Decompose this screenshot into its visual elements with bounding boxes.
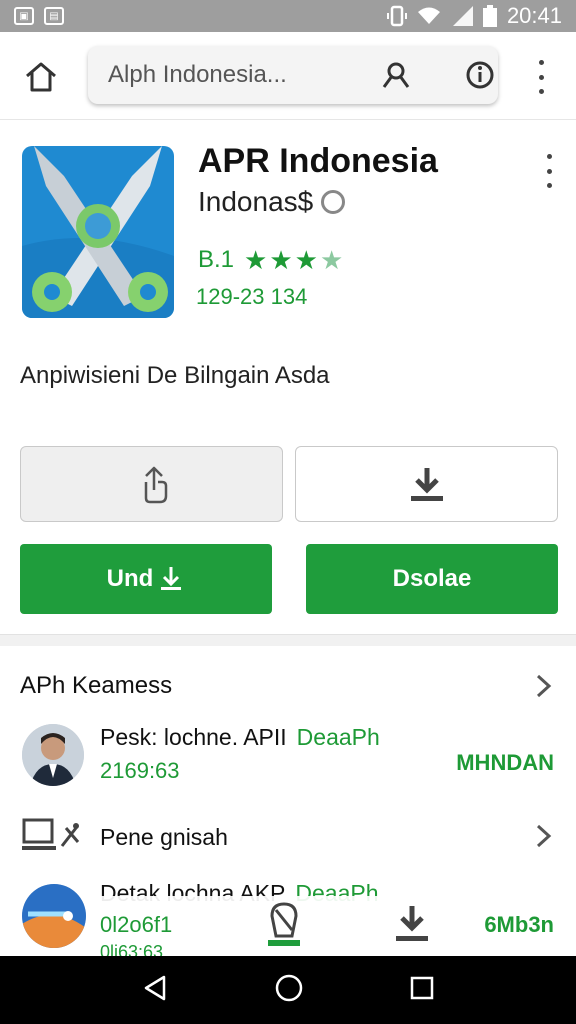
status-time: 20:41	[506, 3, 562, 28]
install-button[interactable]: Und	[20, 544, 272, 614]
list-item-status: 6Mb3n	[484, 912, 554, 937]
list-item-title: Pene gnisah	[100, 824, 228, 850]
list-item-title: Pesk: lochne. APII DeaaPh	[100, 724, 380, 751]
gallery-icon: ▤	[44, 7, 64, 25]
download-icon	[410, 468, 443, 501]
back-icon[interactable]	[142, 974, 168, 1007]
home-nav-icon[interactable]	[275, 974, 303, 1007]
star-icon: ★	[294, 245, 318, 275]
verified-icon	[321, 190, 346, 214]
star-half-icon: ★	[319, 245, 344, 275]
developer-label: Indonas$	[198, 186, 314, 217]
status-bar: ▣ ▤ 20:41	[0, 0, 576, 32]
list-item-subtitle: 0l2o6f1	[100, 912, 173, 937]
download-icon[interactable]	[390, 902, 440, 952]
install-icon	[161, 567, 182, 590]
install-label: Und	[106, 565, 154, 592]
image-icon: ▣	[14, 7, 34, 25]
library-icon[interactable]	[262, 900, 312, 950]
battery-icon	[482, 5, 497, 27]
share-icon	[144, 466, 167, 504]
list-item[interactable]: Pene gnisah	[0, 810, 576, 864]
list-item-title-text: Pesk: lochne. APII	[100, 724, 287, 750]
devices-icon	[22, 816, 84, 861]
list-item[interactable]: Pesk: lochne. APII DeaaPh 2169:63 MHNDAN	[0, 720, 576, 800]
search-text: Alph Indonesia...	[108, 61, 287, 88]
signal-icon	[451, 6, 473, 26]
rating-row: B.1 ★ ★ ★ ★	[198, 246, 343, 274]
primary-actions: Und Dsolae	[20, 544, 558, 616]
app-thumbnail	[22, 884, 86, 948]
rating-value: B.1	[198, 246, 235, 273]
rating-stars: ★ ★ ★ ★	[244, 247, 343, 273]
chevron-right-icon[interactable]	[534, 822, 554, 857]
developer-name[interactable]: Indonas$	[198, 186, 346, 218]
app-more-options-icon[interactable]	[544, 154, 554, 188]
avatar	[22, 724, 84, 786]
section-divider	[0, 634, 576, 646]
list-item-subtitle: 2169:63	[100, 758, 180, 783]
open-button[interactable]: Dsolae	[306, 544, 558, 614]
app-logo	[22, 146, 174, 318]
star-icon: ★	[269, 245, 293, 275]
app-title: APR Indonesia	[198, 142, 438, 180]
app-description: Anpiwisieni De Bilngain Asda	[20, 362, 330, 389]
downloads-count: 129-23 134	[196, 284, 308, 309]
share-button[interactable]	[20, 446, 283, 522]
top-bar: Alph Indonesia...	[0, 32, 576, 120]
voice-search-icon[interactable]	[376, 46, 416, 104]
more-options-icon[interactable]	[526, 60, 556, 94]
app-header: APR Indonesia Indonas$ B.1 ★ ★ ★ ★ 129-2…	[0, 120, 576, 340]
star-icon: ★	[244, 245, 268, 275]
list-item-status: MHNDAN	[456, 750, 554, 775]
info-icon[interactable]	[450, 46, 510, 104]
secondary-actions	[20, 446, 558, 524]
chevron-right-icon[interactable]	[534, 672, 554, 707]
open-label: Dsolae	[392, 565, 472, 592]
search-bar[interactable]: Alph Indonesia...	[88, 46, 498, 104]
list-item-title-green: DeaaPh	[296, 724, 380, 750]
navigation-bar	[0, 956, 576, 1024]
vibrate-icon	[386, 5, 407, 27]
wifi-icon	[417, 6, 441, 26]
download-outline-button[interactable]	[295, 446, 558, 522]
home-icon[interactable]	[20, 56, 62, 98]
recents-icon[interactable]	[410, 976, 434, 1005]
section-title[interactable]: APh Keamess	[20, 672, 172, 700]
bottom-strip: 0l2o6f1 0li63:63 6Mb3n	[0, 884, 576, 962]
